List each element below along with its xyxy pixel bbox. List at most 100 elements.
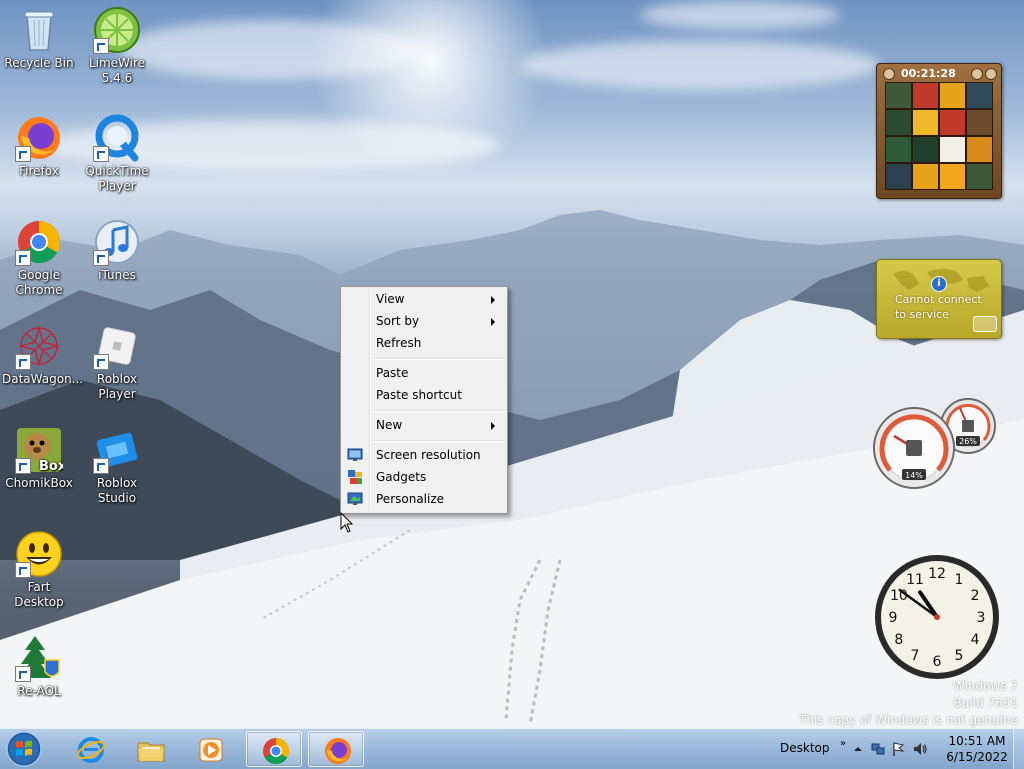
clock-number: 6 [933,654,942,670]
action-center-flag-icon[interactable] [890,741,906,757]
menu-separator [373,440,505,442]
puzzle-tile[interactable] [939,82,966,109]
desktop-icon-label: LimeWire 5.4.6 [88,56,146,85]
puzzle-tile[interactable] [912,136,939,163]
desktop-icon-roblox-player[interactable]: Roblox Player [78,322,156,402]
desktop-icon-quicktime[interactable]: QuickTime Player [78,114,156,194]
network-icon[interactable] [870,741,886,757]
puzzle-tile[interactable] [912,109,939,136]
cpu-meter-gadget[interactable]: 26% 14% [872,396,1002,492]
datawagon-icon [15,322,63,370]
menu-item-refresh[interactable]: Refresh [343,332,505,354]
taskbar-chrome[interactable] [246,731,302,767]
recycle-bin-icon [15,6,63,54]
menu-item-label: Paste [376,366,409,380]
tray-date: 6/15/2022 [946,750,1008,764]
puzzle-tile[interactable] [939,136,966,163]
desktop-icon-label: QuickTime Player [85,164,149,193]
clock-number: 11 [906,572,924,588]
desktop-icon-label: Fart Desktop [14,580,64,609]
clock-number: 2 [971,588,980,604]
weather-settings-icon[interactable] [973,316,997,332]
start-button[interactable] [4,730,44,768]
desktop-icon-label: Google Chrome [15,268,63,297]
puzzle-tile[interactable] [939,109,966,136]
menu-item-personalize[interactable]: Personalize [343,488,505,510]
menu-item-label: Sort by [376,314,420,328]
screen-resolution-icon [347,448,363,461]
taskbar-firefox[interactable] [308,731,364,767]
weather-gadget[interactable]: i Cannot connect to service [876,259,1002,339]
desktop-icon-fart-desktop[interactable]: Fart Desktop [0,530,78,610]
submenu-arrow-icon [491,296,495,304]
menu-item-sort-by[interactable]: Sort by [343,310,505,332]
desktop-icon-chomikbox[interactable]: Box ChomikBox [0,426,78,491]
itunes-icon [93,218,141,266]
desktop-icon-firefox[interactable]: Firefox [0,114,78,179]
watermark-build: Build 7601 [953,696,1018,710]
toolbar-chevron-icon[interactable]: » [840,738,846,749]
shortcut-arrow-icon [15,146,31,162]
internet-explorer-icon [77,737,105,763]
re-aol-icon [15,634,63,682]
taskbar-windows-explorer[interactable] [122,731,178,767]
puzzle-tile[interactable] [885,82,912,109]
desktop-icon-limewire[interactable]: LimeWire 5.4.6 [78,6,156,86]
menu-item-label: Gadgets [376,470,427,484]
info-icon: i [931,276,947,292]
desktop-icon-itunes[interactable]: iTunes [78,218,156,283]
tray-time: 10:51 AM [948,734,1006,748]
show-desktop-button[interactable] [1013,729,1024,769]
menu-item-gadgets[interactable]: Gadgets [343,466,505,488]
taskbar-media-player[interactable] [182,731,238,767]
desktop-toolbar-label[interactable]: Desktop [780,741,830,755]
watermark-genuine-notice: This copy of Windows is not genuine [799,713,1018,727]
clock-gadget[interactable]: 12 1234567891011 [873,553,1001,681]
desktop-icon-recycle-bin[interactable]: Recycle Bin [0,6,78,71]
puzzle-tile[interactable] [966,136,993,163]
clock-number: 9 [889,610,898,626]
puzzle-help-icon[interactable] [971,68,983,80]
taskbar-internet-explorer[interactable] [62,731,118,767]
puzzle-tile[interactable] [966,82,993,109]
menu-item-screen-resolution[interactable]: Screen resolution [343,444,505,466]
menu-item-paste[interactable]: Paste [343,362,505,384]
puzzle-tile[interactable] [885,109,912,136]
taskbar: Desktop » 10:51 AM 6/15/2022 [0,728,1024,769]
gadgets-icon [348,470,362,484]
menu-item-paste-shortcut[interactable]: Paste shortcut [343,384,505,406]
memory-percent: 26% [959,437,977,446]
puzzle-pause-icon[interactable] [883,68,895,80]
picture-puzzle-gadget[interactable]: 00:21:28 [876,63,1002,199]
desktop-icon-label: Roblox Player [96,372,138,401]
media-player-icon [199,738,223,762]
menu-item-label: Personalize [376,492,445,506]
menu-item-view[interactable]: View [343,288,505,310]
menu-item-new[interactable]: New [343,414,505,436]
puzzle-tile[interactable] [912,82,939,109]
system-tray: Desktop » 10:51 AM 6/15/2022 [764,729,1024,769]
puzzle-tile[interactable] [966,163,993,190]
show-hidden-icons-icon[interactable] [850,741,866,757]
desktop-icon-chrome[interactable]: Google Chrome [0,218,78,298]
shortcut-arrow-icon [15,458,31,474]
puzzle-tile[interactable] [939,163,966,190]
clock-number: 7 [911,648,920,664]
menu-item-label: Screen resolution [376,448,481,462]
submenu-arrow-icon [491,318,495,326]
desktop-icon-datawagon[interactable]: DataWagon... [0,322,83,387]
puzzle-shuffle-icon[interactable] [985,68,997,80]
desktop-icon-re-aol[interactable]: Re-AOL [0,634,78,699]
puzzle-tile[interactable] [912,163,939,190]
mouse-cursor-icon [340,512,354,533]
desktop-icon-roblox-studio[interactable]: Roblox Studio [78,426,156,506]
tray-clock[interactable]: 10:51 AM 6/15/2022 [942,733,1012,765]
puzzle-tile[interactable] [966,109,993,136]
smiley-icon [15,530,63,578]
personalize-icon [347,492,363,505]
volume-icon[interactable] [912,741,928,757]
clock-number: 1 [955,572,964,588]
puzzle-tile[interactable] [885,136,912,163]
puzzle-tile[interactable] [885,163,912,190]
desktop-icon-label: Re-AOL [17,684,61,698]
